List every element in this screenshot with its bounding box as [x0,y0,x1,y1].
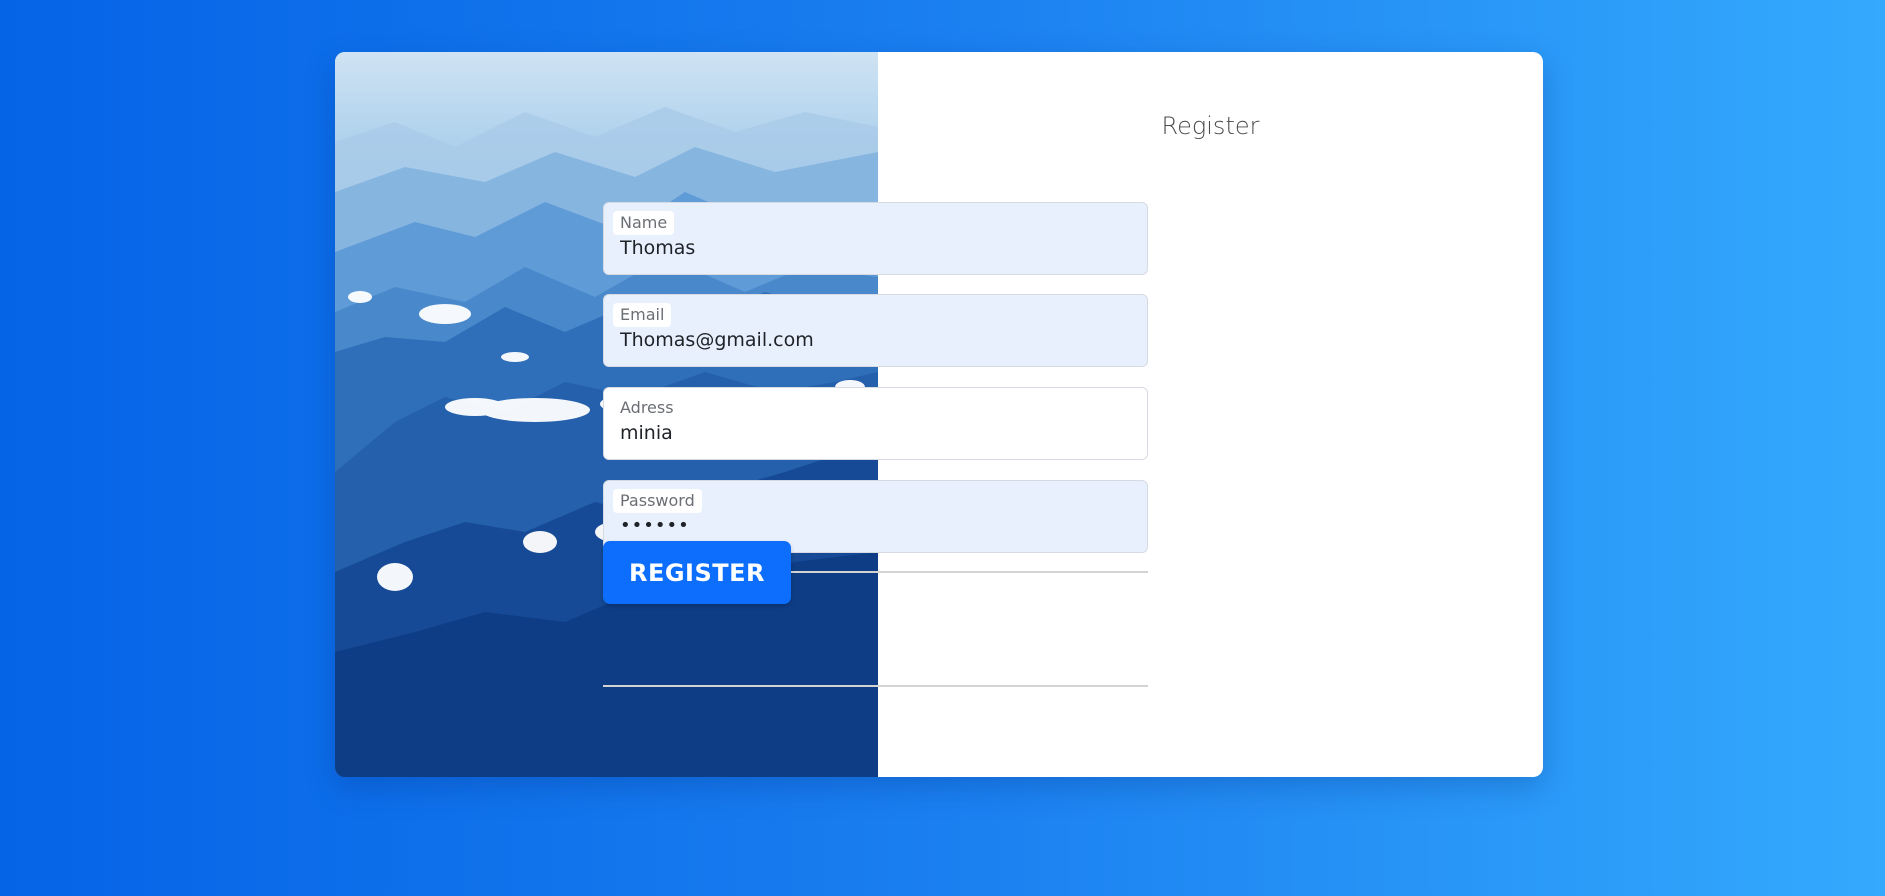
email-field[interactable]: Email [603,294,1148,367]
password-field-label: Password [613,489,702,513]
divider-bottom [603,685,1148,687]
email-input[interactable] [620,329,1130,351]
address-input[interactable] [620,422,1130,444]
address-field[interactable]: Adress [603,387,1148,460]
password-input[interactable] [620,515,1130,536]
name-field[interactable]: Name [603,202,1148,275]
email-field-label: Email [613,303,672,327]
name-input[interactable] [620,237,1130,259]
form-title: Register [1161,112,1260,140]
register-button[interactable]: REGISTER [603,541,791,604]
address-field-label: Adress [620,398,674,417]
name-field-label: Name [613,211,675,235]
